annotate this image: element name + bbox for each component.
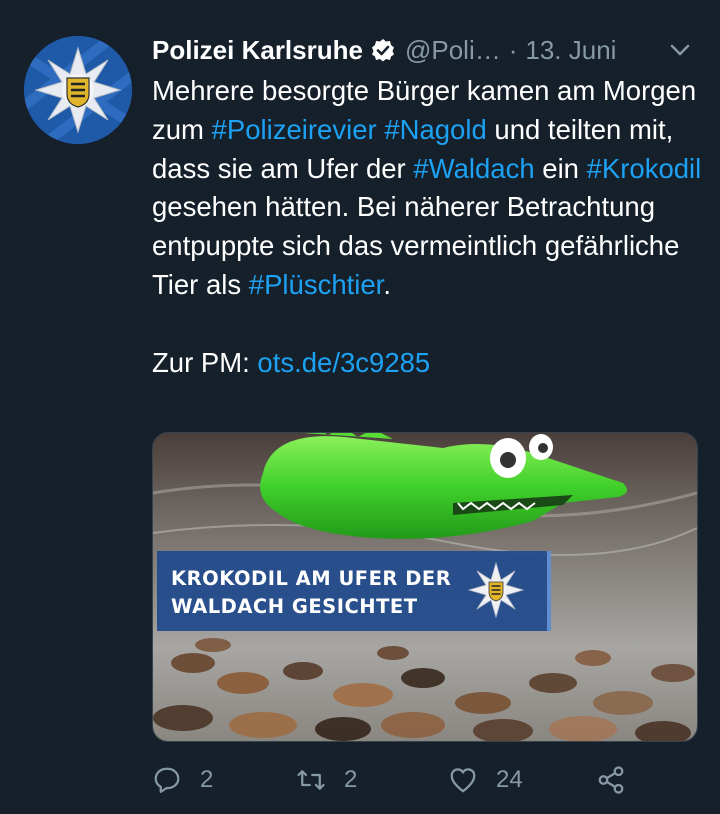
verified-badge-icon [371,38,395,62]
media-card[interactable]: KROKODIL AM UFER DER WALDACH GESICHTET [152,432,698,742]
reply-icon [154,767,180,793]
hashtag-plueschtier[interactable]: #Plüschtier [249,269,384,300]
police-star-icon [24,36,132,144]
share-icon [598,766,624,794]
author-name[interactable]: Polizei Karlsruhe [152,35,363,66]
hashtag-krokodil[interactable]: #Krokodil [587,153,702,184]
tweet-text: Mehrere besorgte Bürger kamen am Morgen … [152,72,702,382]
retweet-button[interactable]: 2 [296,758,357,802]
tweet-text-segment: ein [534,152,587,184]
like-icon [450,768,476,793]
avatar[interactable] [24,36,132,144]
share-button[interactable] [596,758,626,802]
separator-dot: · [508,34,518,65]
like-count: 24 [496,766,523,793]
pm-link[interactable]: ots.de/3c9285 [257,347,430,378]
like-button[interactable]: 24 [448,758,523,802]
tweet-text-segment: . [383,268,391,300]
police-star-icon [467,561,525,619]
chevron-down-icon[interactable] [668,38,692,62]
retweet-count: 2 [344,766,358,793]
tweet-text-segment: gesehen hätten. Bei näherer Betrachtung … [152,191,680,300]
tweet-header: Polizei Karlsruhe @Poli… · 13. Juni [152,30,704,70]
banner-line-1: KROKODIL AM UFER DER [171,567,452,590]
headline-banner: KROKODIL AM UFER DER WALDACH GESICHTET [157,551,551,631]
reply-button[interactable]: 2 [152,758,213,802]
pm-label: Zur PM: [152,346,258,378]
author-handle[interactable]: @Poli… [405,35,501,66]
action-bar: 2 2 24 [152,758,652,802]
hashtag-nagold[interactable]: #Nagold [384,114,486,145]
hashtag-waldach[interactable]: #Waldach [413,153,534,184]
retweet-icon [297,770,325,790]
hashtag-polizeirevier[interactable]: #Polizeirevier [212,114,377,145]
reply-count: 2 [200,766,214,793]
banner-headline: KROKODIL AM UFER DER WALDACH GESICHTET [171,565,461,621]
tweet-date[interactable]: 13. Juni [525,35,616,66]
banner-line-2: WALDACH GESICHTET [171,595,418,618]
